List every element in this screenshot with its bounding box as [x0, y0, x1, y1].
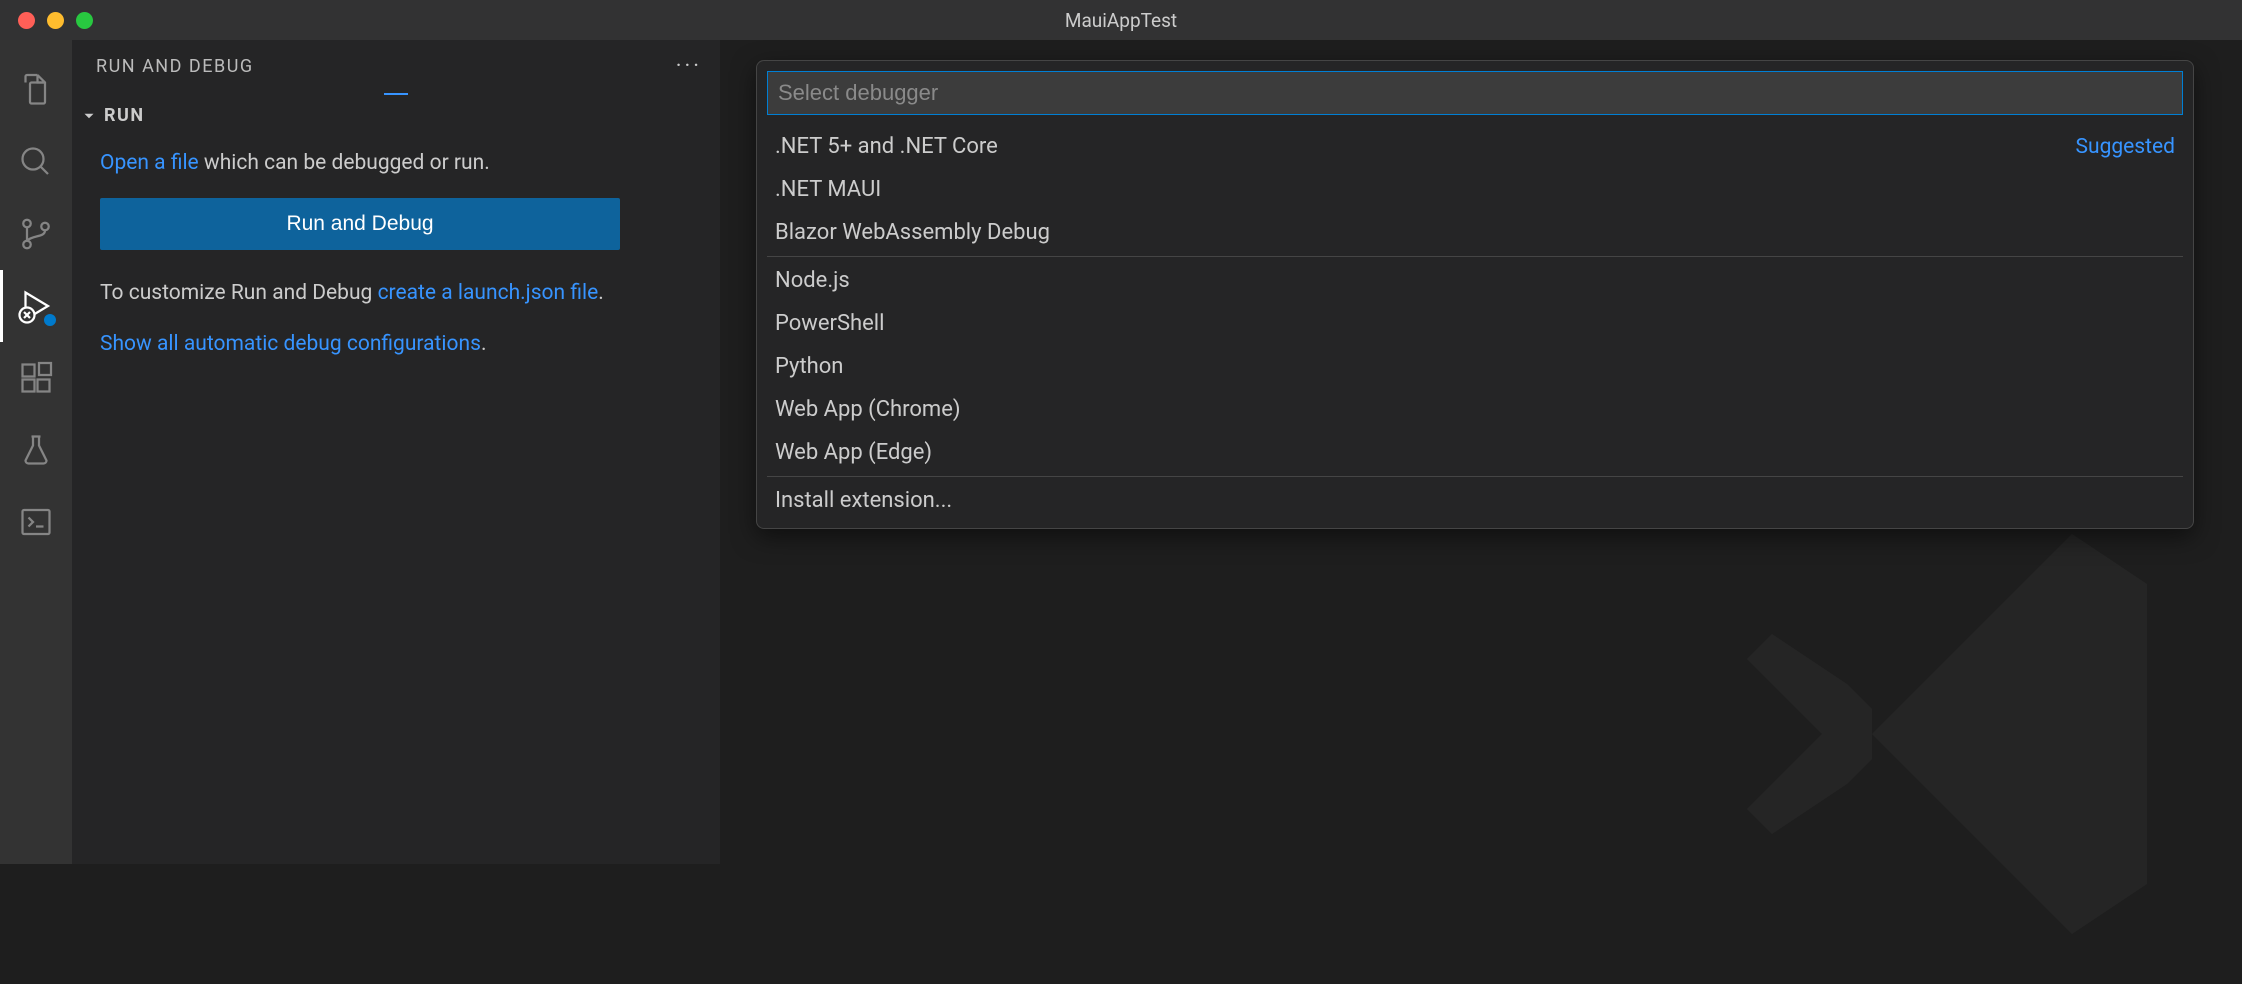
explorer-icon[interactable]	[0, 54, 72, 126]
extensions-icon[interactable]	[0, 342, 72, 414]
period: .	[598, 281, 604, 305]
debugger-quickpick: .NET 5+ and .NET Core Suggested .NET MAU…	[756, 60, 2194, 529]
sidebar-body: Open a file which can be debugged or run…	[72, 136, 720, 379]
quickpick-item-net-maui[interactable]: .NET MAUI	[757, 168, 2193, 211]
quickpick-item-powershell[interactable]: PowerShell	[757, 302, 2193, 345]
quickpick-separator	[767, 256, 2183, 257]
run-and-debug-button[interactable]: Run and Debug	[100, 198, 620, 250]
quickpick-list: .NET 5+ and .NET Core Suggested .NET MAU…	[757, 125, 2193, 528]
search-icon[interactable]	[0, 126, 72, 198]
quickpick-item-label: .NET 5+ and .NET Core	[775, 134, 998, 159]
open-file-link[interactable]: Open a file	[100, 151, 199, 175]
activity-bar	[0, 40, 72, 864]
debug-badge	[42, 312, 58, 328]
quickpick-item-webapp-chrome[interactable]: Web App (Chrome)	[757, 388, 2193, 431]
quickpick-item-install-extension[interactable]: Install extension...	[757, 479, 2193, 522]
chevron-down-icon	[80, 107, 98, 125]
minimize-window-button[interactable]	[47, 12, 64, 29]
open-file-suffix: which can be debugged or run.	[199, 151, 490, 175]
quickpick-item-label: Blazor WebAssembly Debug	[775, 220, 1050, 245]
open-file-paragraph: Open a file which can be debugged or run…	[100, 148, 682, 178]
terminal-panel-icon[interactable]	[0, 486, 72, 558]
period2: .	[481, 332, 487, 356]
quickpick-item-python[interactable]: Python	[757, 345, 2193, 388]
run-debug-icon[interactable]	[0, 270, 72, 342]
show-all-paragraph: Show all automatic debug configurations.	[100, 329, 682, 359]
sidebar-header: RUN AND DEBUG ···	[72, 40, 720, 87]
quickpick-item-label: Install extension...	[775, 488, 952, 513]
quickpick-item-label: PowerShell	[775, 311, 884, 336]
window-title: MauiAppTest	[1065, 9, 1177, 32]
quickpick-item-blazor[interactable]: Blazor WebAssembly Debug	[757, 211, 2193, 254]
quickpick-item-label: Web App (Chrome)	[775, 397, 961, 422]
testing-icon[interactable]	[0, 414, 72, 486]
quickpick-item-label: Web App (Edge)	[775, 440, 932, 465]
quickpick-item-net5-core[interactable]: .NET 5+ and .NET Core Suggested	[757, 125, 2193, 168]
run-section-header[interactable]: RUN	[72, 95, 720, 136]
customize-paragraph: To customize Run and Debug create a laun…	[100, 278, 682, 308]
customize-prefix: To customize Run and Debug	[100, 281, 378, 305]
maximize-window-button[interactable]	[76, 12, 93, 29]
quickpick-input-wrap	[757, 61, 2193, 125]
vscode-watermark-icon	[1722, 484, 2222, 984]
section-label: RUN	[104, 105, 145, 126]
close-window-button[interactable]	[18, 12, 35, 29]
create-launch-json-link[interactable]: create a launch.json file	[378, 281, 599, 305]
suggested-label: Suggested	[2076, 135, 2175, 159]
titlebar: MauiAppTest	[0, 0, 2242, 40]
show-all-configs-link[interactable]: Show all automatic debug configurations	[100, 332, 481, 356]
quickpick-item-label: Python	[775, 354, 843, 379]
window-controls	[0, 12, 93, 29]
sidebar-panel: RUN AND DEBUG ··· RUN Open a file which …	[72, 40, 720, 864]
quickpick-item-nodejs[interactable]: Node.js	[757, 259, 2193, 302]
sidebar-title: RUN AND DEBUG	[96, 56, 254, 77]
quickpick-item-label: Node.js	[775, 268, 850, 293]
more-actions-icon[interactable]: ···	[676, 54, 702, 79]
debugger-select-input[interactable]	[767, 71, 2183, 115]
quickpick-separator	[767, 476, 2183, 477]
quickpick-item-label: .NET MAUI	[775, 177, 881, 202]
source-control-icon[interactable]	[0, 198, 72, 270]
quickpick-item-webapp-edge[interactable]: Web App (Edge)	[757, 431, 2193, 474]
